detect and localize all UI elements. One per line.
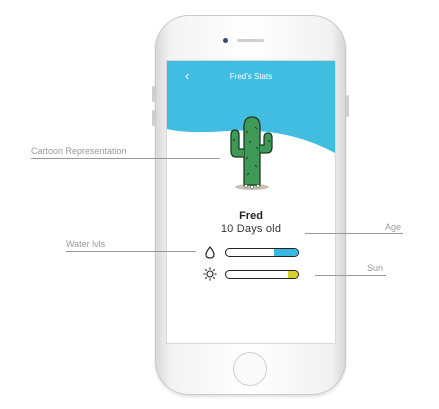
page-title: Fred's Stats [229, 72, 273, 81]
app-screen: ‹ Fred's Stats Fred 10 Days old [166, 60, 336, 344]
annotation-age-line [305, 233, 403, 234]
annotation-sun-label: Sun [367, 263, 384, 273]
annotation-sun-line [315, 275, 386, 276]
annotation-age-label: Age [385, 222, 402, 232]
annotation-cartoon-line [31, 158, 220, 159]
front-camera [223, 38, 228, 43]
cactus-illustration [230, 116, 273, 190]
annotation-water-label: Water lvls [66, 239, 106, 249]
annotation-water-line [66, 251, 196, 252]
sun-level-bar [225, 270, 299, 279]
sun-level-fill [287, 271, 298, 278]
droplet-icon [205, 246, 215, 262]
sun-icon [203, 267, 217, 284]
speaker-grille [237, 39, 264, 42]
annotation-cartoon-label: Cartoon Representation [31, 146, 127, 156]
water-level-fill [274, 249, 298, 256]
plant-name: Fred [239, 210, 263, 222]
power-button [346, 95, 349, 117]
volume-up-button [152, 86, 155, 102]
home-button[interactable] [233, 352, 267, 386]
volume-down-button [152, 110, 155, 126]
water-level-bar [225, 248, 299, 257]
